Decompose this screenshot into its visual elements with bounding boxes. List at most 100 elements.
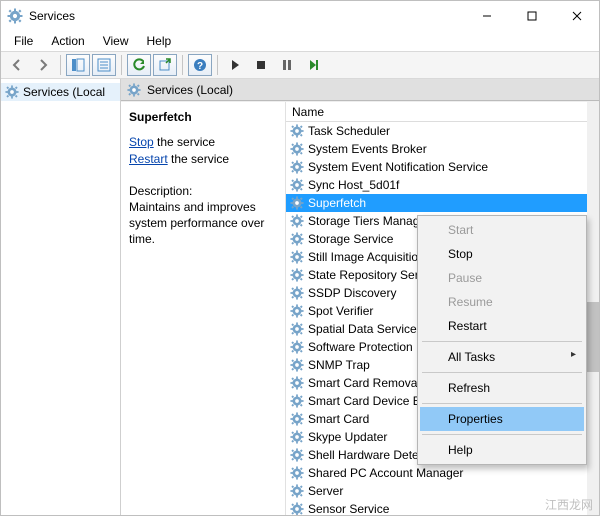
menu-file[interactable]: File [5,32,42,50]
service-row-label: Sensor Service [308,502,389,515]
toolbar: ? [1,51,599,79]
context-menu-separator [422,372,582,373]
titlebar: Services [1,1,599,31]
menu-action[interactable]: Action [42,32,93,50]
service-row-label: Skype Updater [308,430,387,444]
service-row-label: Storage Service [308,232,393,246]
gear-icon [290,340,304,354]
service-row-label: Server [308,484,343,498]
menu-help[interactable]: Help [138,32,181,50]
tree-root-services-local[interactable]: Services (Local [1,83,120,101]
stop-service-link-rest: the service [154,135,215,149]
service-row-label: Task Scheduler [308,124,390,138]
services-window: Services File Action View Help [0,0,600,516]
service-row-label: Spatial Data Service [308,322,417,336]
toolbar-separator [121,55,122,75]
gear-icon [290,394,304,408]
gear-icon [290,376,304,390]
pause-service-button[interactable] [275,54,299,76]
refresh-button[interactable] [127,54,151,76]
properties-button[interactable] [92,54,116,76]
service-row[interactable]: Shared PC Account Manager [286,464,587,482]
toolbar-separator [217,55,218,75]
gear-icon [290,232,304,246]
description-label: Description: [129,184,277,198]
context-menu-resume: Resume [420,290,584,314]
window-title: Services [29,9,464,23]
show-hide-tree-button[interactable] [66,54,90,76]
service-row-label: Smart Card [308,412,369,426]
service-row-label: Software Protection [308,340,413,354]
context-menu-refresh[interactable]: Refresh [420,376,584,400]
service-row-label: System Events Broker [308,142,427,156]
context-menu-restart[interactable]: Restart [420,314,584,338]
context-menu-all-tasks[interactable]: All Tasks [420,345,584,369]
gear-icon [290,448,304,462]
stop-service-button[interactable] [249,54,273,76]
forward-button[interactable] [31,54,55,76]
gear-icon [290,124,304,138]
gear-icon [290,142,304,156]
list-scrollbar-track[interactable] [587,102,599,515]
start-service-button[interactable] [223,54,247,76]
context-menu-separator [422,434,582,435]
help-button[interactable]: ? [188,54,212,76]
service-row-label: System Event Notification Service [308,160,488,174]
window-controls [464,1,599,31]
service-row-label: Superfetch [308,196,366,210]
context-menu-separator [422,403,582,404]
service-row-label: SNMP Trap [308,358,370,372]
service-row-label: Sync Host_5d01f [308,178,399,192]
service-row[interactable]: Sensor Service [286,500,587,515]
service-row-label: Spot Verifier [308,304,373,318]
detail-pane: Superfetch Stop the service Restart the … [121,102,286,515]
service-row[interactable]: System Event Notification Service [286,158,587,176]
service-row-label: SSDP Discovery [308,286,396,300]
gear-icon [290,304,304,318]
menubar: File Action View Help [1,31,599,51]
stop-service-link[interactable]: Stop [129,135,154,149]
list-column-name[interactable]: Name [286,102,599,122]
gear-icon [290,502,304,515]
maximize-button[interactable] [509,1,554,31]
service-row[interactable]: Superfetch [286,194,587,212]
export-list-button[interactable] [153,54,177,76]
gear-icon [290,358,304,372]
service-row[interactable]: Sync Host_5d01f [286,176,587,194]
gear-icon [290,214,304,228]
content-header-label: Services (Local) [147,83,233,97]
context-menu[interactable]: StartStopPauseResumeRestart All Tasks Refr… [417,215,587,465]
menu-view[interactable]: View [94,32,138,50]
gear-icon [290,178,304,192]
toolbar-separator [60,55,61,75]
gear-icon [290,286,304,300]
service-row[interactable]: System Events Broker [286,140,587,158]
svg-text:?: ? [197,61,203,72]
context-menu-stop[interactable]: Stop [420,242,584,266]
gear-icon [290,430,304,444]
service-row[interactable]: Server [286,482,587,500]
gear-icon [290,196,304,210]
context-menu-help[interactable]: Help [420,438,584,462]
gear-icon [290,484,304,498]
context-menu-properties[interactable]: Properties [420,407,584,431]
service-row-label: Shared PC Account Manager [308,466,463,480]
service-row[interactable]: Task Scheduler [286,122,587,140]
content-header: Services (Local) [121,79,599,101]
detail-service-name: Superfetch [129,110,277,124]
list-scrollbar-thumb[interactable] [587,302,599,372]
back-button[interactable] [5,54,29,76]
gear-icon [290,160,304,174]
restart-service-link[interactable]: Restart [129,152,168,166]
gear-icon [290,412,304,426]
description-text: Maintains and improves system performanc… [129,199,277,248]
gear-icon [5,85,19,99]
context-menu-separator [422,341,582,342]
gear-icon [290,466,304,480]
minimize-button[interactable] [464,1,509,31]
gear-icon [290,268,304,282]
context-menu-start: Start [420,218,584,242]
context-menu-pause: Pause [420,266,584,290]
restart-service-button[interactable] [301,54,325,76]
close-button[interactable] [554,1,599,31]
